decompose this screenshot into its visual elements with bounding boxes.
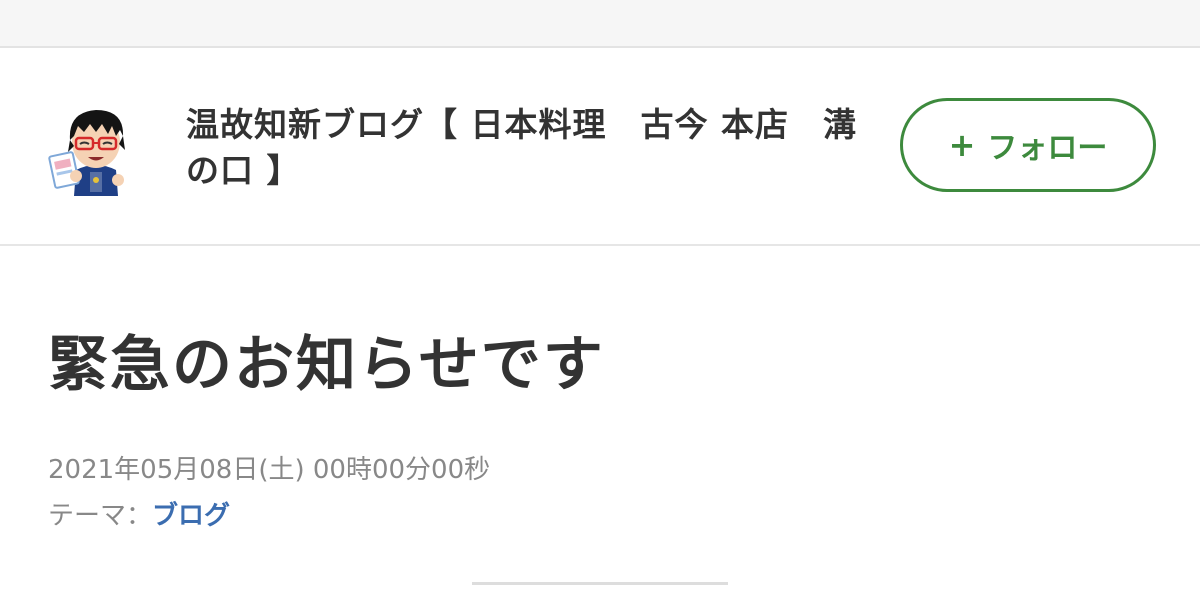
avatar[interactable] — [46, 96, 146, 196]
top-bar — [0, 0, 1200, 48]
theme-label: テーマ： — [48, 501, 153, 531]
article-date: 2021年05月08日(土) 00時00分00秒 — [48, 455, 491, 485]
follow-button-label: フォロー — [987, 131, 1108, 166]
article-title: 緊急のお知らせです — [48, 330, 605, 400]
follow-button[interactable]: + フォロー — [900, 98, 1156, 192]
article-theme: テーマ：ブログ — [48, 496, 230, 536]
blog-title[interactable]: 温故知新ブログ【 日本料理 古今 本店 溝の口 】 — [186, 102, 866, 194]
divider — [472, 582, 728, 585]
blog-header: 温故知新ブログ【 日本料理 古今 本店 溝の口 】 + フォロー — [0, 48, 1200, 246]
avatar-illustration — [48, 110, 125, 196]
plus-icon: + — [948, 126, 976, 164]
theme-link[interactable]: ブログ — [152, 501, 230, 531]
